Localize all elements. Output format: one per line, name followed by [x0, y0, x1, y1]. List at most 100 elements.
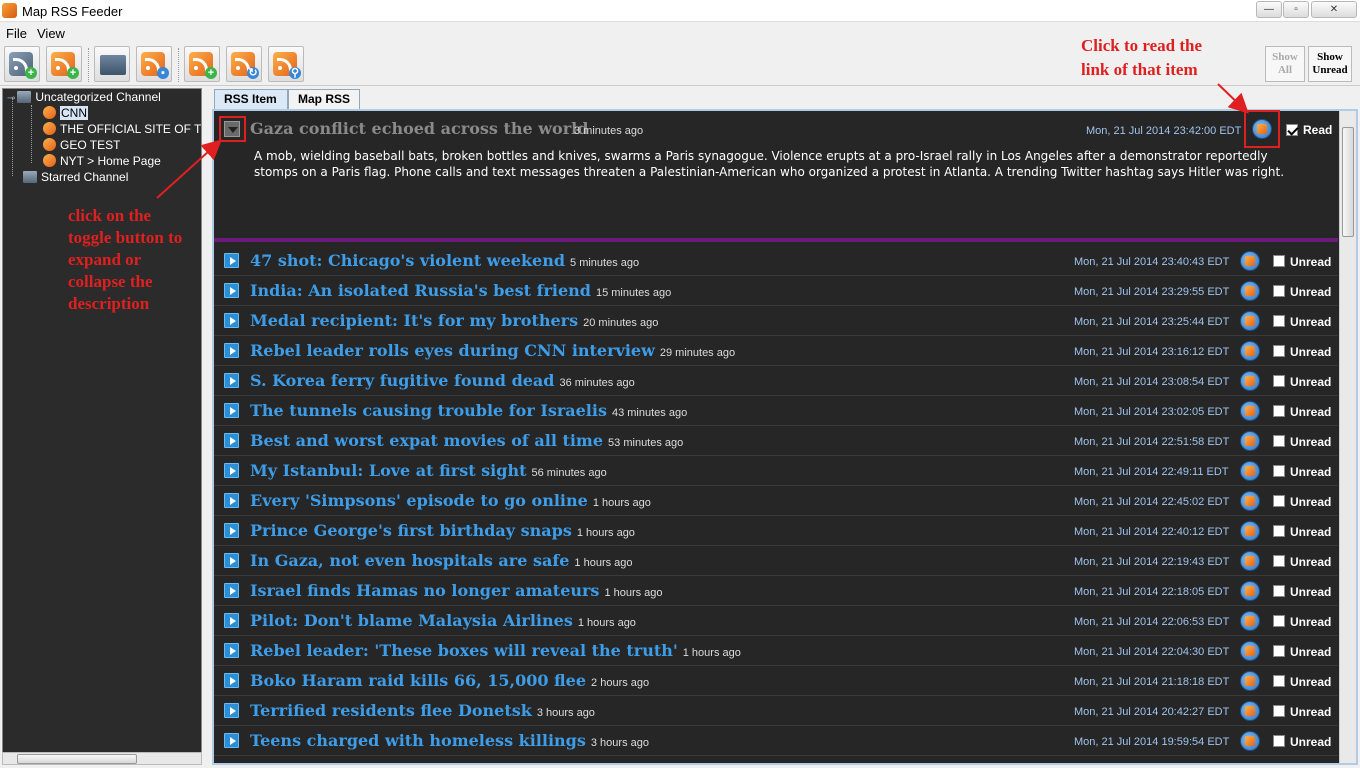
refresh-feed-button[interactable]: ↻	[226, 46, 262, 82]
item-title-text[interactable]: The tunnels causing trouble for Israelis	[250, 401, 607, 420]
menu-file[interactable]: File	[6, 26, 27, 41]
item-title[interactable]: Boko Haram raid kills 66, 15,000 flee 2 h…	[250, 671, 649, 690]
expand-toggle-button[interactable]	[224, 583, 239, 598]
item-title[interactable]: Pilot: Don't blame Malaysia Airlines 1 ho…	[250, 611, 636, 630]
item-title-text[interactable]: Rebel leader rolls eyes during CNN inter…	[250, 341, 655, 360]
item-title[interactable]: Medal recipient: It's for my brothers 20 …	[250, 311, 658, 330]
expanded-item-title[interactable]: Gaza conflict echoed across the world	[250, 119, 588, 138]
item-title-text[interactable]: In Gaza, not even hospitals are safe	[250, 551, 569, 570]
open-link-icon[interactable]	[1240, 251, 1260, 271]
list-item[interactable]: The tunnels causing trouble for Israelis…	[214, 396, 1338, 426]
open-link-icon[interactable]	[1240, 611, 1260, 631]
open-folder-button[interactable]	[94, 46, 130, 82]
list-item[interactable]: Rebel leader: 'These boxes will reveal t…	[214, 636, 1338, 666]
unread-checkbox[interactable]	[1273, 615, 1285, 627]
item-title-text[interactable]: India: An isolated Russia's best friend	[250, 281, 591, 300]
unread-checkbox[interactable]	[1273, 435, 1285, 447]
list-item[interactable]: 47 shot: Chicago's violent weekend 5 minu…	[214, 246, 1338, 276]
list-item[interactable]: Medal recipient: It's for my brothers 20 …	[214, 306, 1338, 336]
list-item[interactable]: Israel finds Hamas no longer amateurs 1 h…	[214, 576, 1338, 606]
list-item[interactable]: Teens charged with homeless killings 3 ho…	[214, 726, 1338, 756]
expand-toggle-button[interactable]	[224, 343, 239, 358]
open-link-icon[interactable]	[1240, 641, 1260, 661]
open-link-icon[interactable]	[1240, 701, 1260, 721]
item-title-text[interactable]: Teens charged with homeless killings	[250, 731, 586, 750]
expand-toggle-button[interactable]	[224, 313, 239, 328]
unread-checkbox[interactable]	[1273, 705, 1285, 717]
item-title-text[interactable]: My Istanbul: Love at first sight	[250, 461, 526, 480]
tree-item-nyt[interactable]: NYT > Home Page	[43, 153, 161, 169]
item-title[interactable]: Rebel leader rolls eyes during CNN inter…	[250, 341, 735, 360]
expand-toggle-button[interactable]	[224, 253, 239, 268]
expand-toggle-button[interactable]	[224, 523, 239, 538]
tab-rss-item[interactable]: RSS Item	[214, 89, 288, 109]
scroll-thumb[interactable]	[1342, 127, 1354, 237]
show-all-button[interactable]: Show All	[1265, 46, 1305, 82]
item-title[interactable]: India: An isolated Russia's best friend 1…	[250, 281, 671, 300]
unread-checkbox[interactable]	[1273, 405, 1285, 417]
add-channel-button[interactable]: +	[4, 46, 40, 82]
unread-checkbox[interactable]	[1273, 645, 1285, 657]
list-item[interactable]: S. Korea ferry fugitive found dead 36 min…	[214, 366, 1338, 396]
item-title[interactable]: Israel finds Hamas no longer amateurs 1 h…	[250, 581, 663, 600]
unread-checkbox[interactable]	[1273, 285, 1285, 297]
list-item[interactable]: In Gaza, not even hospitals are safe 1 ho…	[214, 546, 1338, 576]
item-title[interactable]: Terrified residents flee Donetsk 3 hours …	[250, 701, 595, 720]
unread-checkbox[interactable]	[1273, 495, 1285, 507]
open-link-icon[interactable]	[1240, 731, 1260, 751]
item-title-text[interactable]: Best and worst expat movies of all time	[250, 431, 603, 450]
item-title-text[interactable]: Pilot: Don't blame Malaysia Airlines	[250, 611, 573, 630]
open-link-icon[interactable]	[1240, 671, 1260, 691]
item-title[interactable]: Prince George's first birthday snaps 1 ho…	[250, 521, 635, 540]
item-title-text[interactable]: Medal recipient: It's for my brothers	[250, 311, 578, 330]
unread-checkbox[interactable]	[1273, 525, 1285, 537]
item-title-text[interactable]: 47 shot: Chicago's violent weekend	[250, 251, 565, 270]
expand-toggle-button[interactable]	[224, 643, 239, 658]
scroll-thumb[interactable]	[17, 754, 137, 764]
item-title-text[interactable]: Boko Haram raid kills 66, 15,000 flee	[250, 671, 586, 690]
item-title-text[interactable]: Prince George's first birthday snaps	[250, 521, 572, 540]
expand-toggle-button[interactable]	[224, 433, 239, 448]
maximize-button[interactable]: ▫	[1283, 1, 1309, 18]
item-title-text[interactable]: Israel finds Hamas no longer amateurs	[250, 581, 599, 600]
list-item[interactable]: Boko Haram raid kills 66, 15,000 flee 2 h…	[214, 666, 1338, 696]
close-button[interactable]: ✕	[1311, 1, 1357, 18]
expand-toggle-button[interactable]	[224, 493, 239, 508]
expand-toggle-button[interactable]	[224, 373, 239, 388]
expand-toggle-button[interactable]	[224, 673, 239, 688]
tree-root-channel[interactable]: ⊸ Uncategorized Channel	[7, 89, 161, 105]
show-unread-button[interactable]: Show Unread	[1308, 46, 1352, 82]
expand-toggle-button[interactable]	[224, 613, 239, 628]
expand-toggle-button[interactable]	[224, 463, 239, 478]
read-checkbox[interactable]	[1286, 124, 1298, 136]
list-item[interactable]: Every 'Simpsons' episode to go online 1 h…	[214, 486, 1338, 516]
open-link-icon[interactable]	[1240, 281, 1260, 301]
expand-toggle-button[interactable]	[224, 283, 239, 298]
item-title-text[interactable]: Every 'Simpsons' episode to go online	[250, 491, 588, 510]
panel-splitter[interactable]	[204, 88, 210, 764]
item-title[interactable]: Every 'Simpsons' episode to go online 1 h…	[250, 491, 651, 510]
unread-checkbox[interactable]	[1273, 315, 1285, 327]
expand-toggle-button[interactable]	[224, 703, 239, 718]
expand-toggle-button[interactable]	[224, 733, 239, 748]
unread-checkbox[interactable]	[1273, 255, 1285, 267]
unread-checkbox[interactable]	[1273, 345, 1285, 357]
item-title[interactable]: S. Korea ferry fugitive found dead 36 min…	[250, 371, 635, 390]
list-item[interactable]: Rebel leader rolls eyes during CNN inter…	[214, 336, 1338, 366]
list-item[interactable]: My Istanbul: Love at first sight 56 minut…	[214, 456, 1338, 486]
add-item-button[interactable]: +	[184, 46, 220, 82]
item-title-text[interactable]: S. Korea ferry fugitive found dead	[250, 371, 554, 390]
item-title[interactable]: 47 shot: Chicago's violent weekend 5 minu…	[250, 251, 639, 270]
menu-view[interactable]: View	[37, 26, 65, 41]
open-link-icon[interactable]	[1240, 581, 1260, 601]
minimize-button[interactable]: —	[1256, 1, 1282, 18]
item-title[interactable]: Teens charged with homeless killings 3 ho…	[250, 731, 649, 750]
open-link-icon[interactable]	[1240, 431, 1260, 451]
item-title-text[interactable]: Terrified residents flee Donetsk	[250, 701, 532, 720]
unread-checkbox[interactable]	[1273, 675, 1285, 687]
item-title[interactable]: The tunnels causing trouble for Israelis…	[250, 401, 687, 420]
item-title[interactable]: Best and worst expat movies of all time 5…	[250, 431, 683, 450]
unread-checkbox[interactable]	[1273, 375, 1285, 387]
open-link-icon[interactable]	[1240, 521, 1260, 541]
open-link-icon[interactable]	[1240, 311, 1260, 331]
